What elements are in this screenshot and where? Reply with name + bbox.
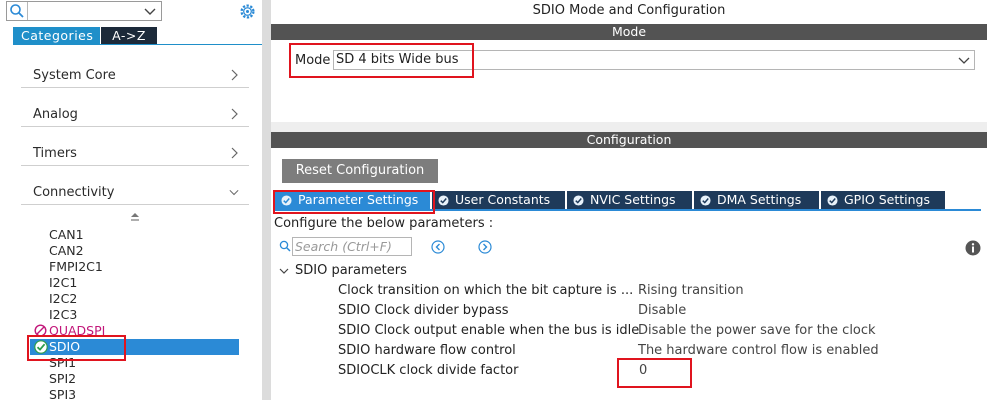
category-system-core[interactable]: System Core	[21, 52, 249, 88]
categories-panel: Categories A->Z System Core Analog Timer…	[0, 0, 262, 400]
peripheral-can1[interactable]: CAN1	[49, 227, 84, 243]
highlight-box	[289, 43, 474, 78]
highlight-box	[617, 358, 692, 388]
peripheral-search-combo[interactable]	[6, 1, 162, 21]
param-name-clock-divide-factor[interactable]: SDIOCLK clock divide factor	[338, 363, 518, 378]
mode-section-header: Mode	[271, 24, 987, 40]
category-timers[interactable]: Timers	[21, 130, 249, 166]
peripheral-i2c3[interactable]: I2C3	[49, 307, 77, 323]
tab-gpio-settings[interactable]: GPIO Settings	[821, 191, 945, 209]
panel-splitter[interactable]	[262, 0, 271, 400]
sdio-configuration-panel: SDIO Mode and Configuration Mode Mode SD…	[271, 0, 987, 400]
category-label: Analog	[33, 107, 78, 122]
param-name-clock-divider-bypass[interactable]: SDIO Clock divider bypass	[338, 303, 509, 318]
param-value-clock-output-enable[interactable]: Disable the power save for the clock	[638, 323, 876, 338]
param-name-hardware-flow-control[interactable]: SDIO hardware flow control	[338, 343, 516, 358]
chevron-right-icon	[231, 147, 238, 159]
highlight-box	[273, 190, 435, 214]
next-result-icon[interactable]	[478, 240, 492, 254]
param-name-clock-transition[interactable]: Clock transition on which the bit captur…	[338, 283, 633, 298]
tab-label: User Constants	[455, 192, 551, 207]
instruction-text: Configure the below parameters :	[274, 216, 494, 231]
check-circle-icon	[700, 194, 711, 206]
configuration-section-header: Configuration	[271, 132, 987, 148]
chevron-right-icon	[231, 69, 238, 81]
tabs-underline	[13, 44, 262, 45]
tab-a-to-z[interactable]: A->Z	[101, 27, 157, 44]
check-circle-icon	[438, 194, 449, 206]
parameter-group-header[interactable]: SDIO parameters	[279, 263, 407, 278]
peripheral-spi2[interactable]: SPI2	[49, 371, 76, 387]
peripheral-i2c1[interactable]: I2C1	[49, 275, 77, 291]
tab-categories[interactable]: Categories	[13, 27, 100, 44]
category-label: Connectivity	[33, 185, 115, 200]
param-value-clock-divider-bypass[interactable]: Disable	[638, 303, 686, 318]
scroll-up-icon[interactable]	[130, 212, 140, 222]
search-input[interactable]: Search (Ctrl+F)	[292, 237, 412, 256]
check-circle-icon	[573, 194, 584, 206]
category-label: System Core	[33, 68, 116, 83]
chevron-down-icon	[229, 189, 239, 196]
param-value-clock-transition[interactable]: Rising transition	[638, 283, 744, 298]
parameter-group-title: SDIO parameters	[295, 263, 407, 278]
chevron-right-icon	[231, 108, 238, 120]
previous-result-icon[interactable]	[431, 240, 445, 254]
tab-nvic-settings[interactable]: NVIC Settings	[567, 191, 692, 209]
peripheral-can2[interactable]: CAN2	[49, 243, 84, 259]
check-circle-icon	[827, 194, 838, 206]
category-analog[interactable]: Analog	[21, 91, 249, 127]
peripheral-i2c2[interactable]: I2C2	[49, 291, 77, 307]
search-icon	[10, 4, 24, 18]
category-connectivity[interactable]: Connectivity	[21, 169, 249, 205]
tab-label: GPIO Settings	[844, 192, 930, 207]
section-spacer	[271, 122, 987, 132]
tab-user-constants[interactable]: User Constants	[432, 191, 565, 209]
highlight-box	[27, 335, 126, 361]
search-divider	[27, 2, 28, 20]
info-icon[interactable]	[965, 240, 981, 256]
chevron-down-icon[interactable]	[143, 3, 157, 19]
tab-label: NVIC Settings	[590, 192, 676, 207]
peripheral-spi3[interactable]: SPI3	[49, 387, 76, 400]
page-title: SDIO Mode and Configuration	[532, 3, 726, 18]
reset-configuration-button[interactable]: Reset Configuration	[282, 159, 438, 183]
tab-dma-settings[interactable]: DMA Settings	[694, 191, 819, 209]
tab-label: DMA Settings	[717, 192, 802, 207]
param-value-hardware-flow-control[interactable]: The hardware control flow is enabled	[638, 343, 879, 358]
category-label: Timers	[33, 146, 77, 161]
param-name-clock-output-enable[interactable]: SDIO Clock output enable when the bus is…	[338, 323, 639, 338]
chevron-down-icon	[279, 268, 289, 274]
gear-icon[interactable]	[238, 2, 257, 21]
search-icon	[279, 240, 291, 252]
chevron-down-icon	[958, 57, 970, 64]
peripheral-fmpi2c1[interactable]: FMPI2C1	[49, 259, 103, 275]
